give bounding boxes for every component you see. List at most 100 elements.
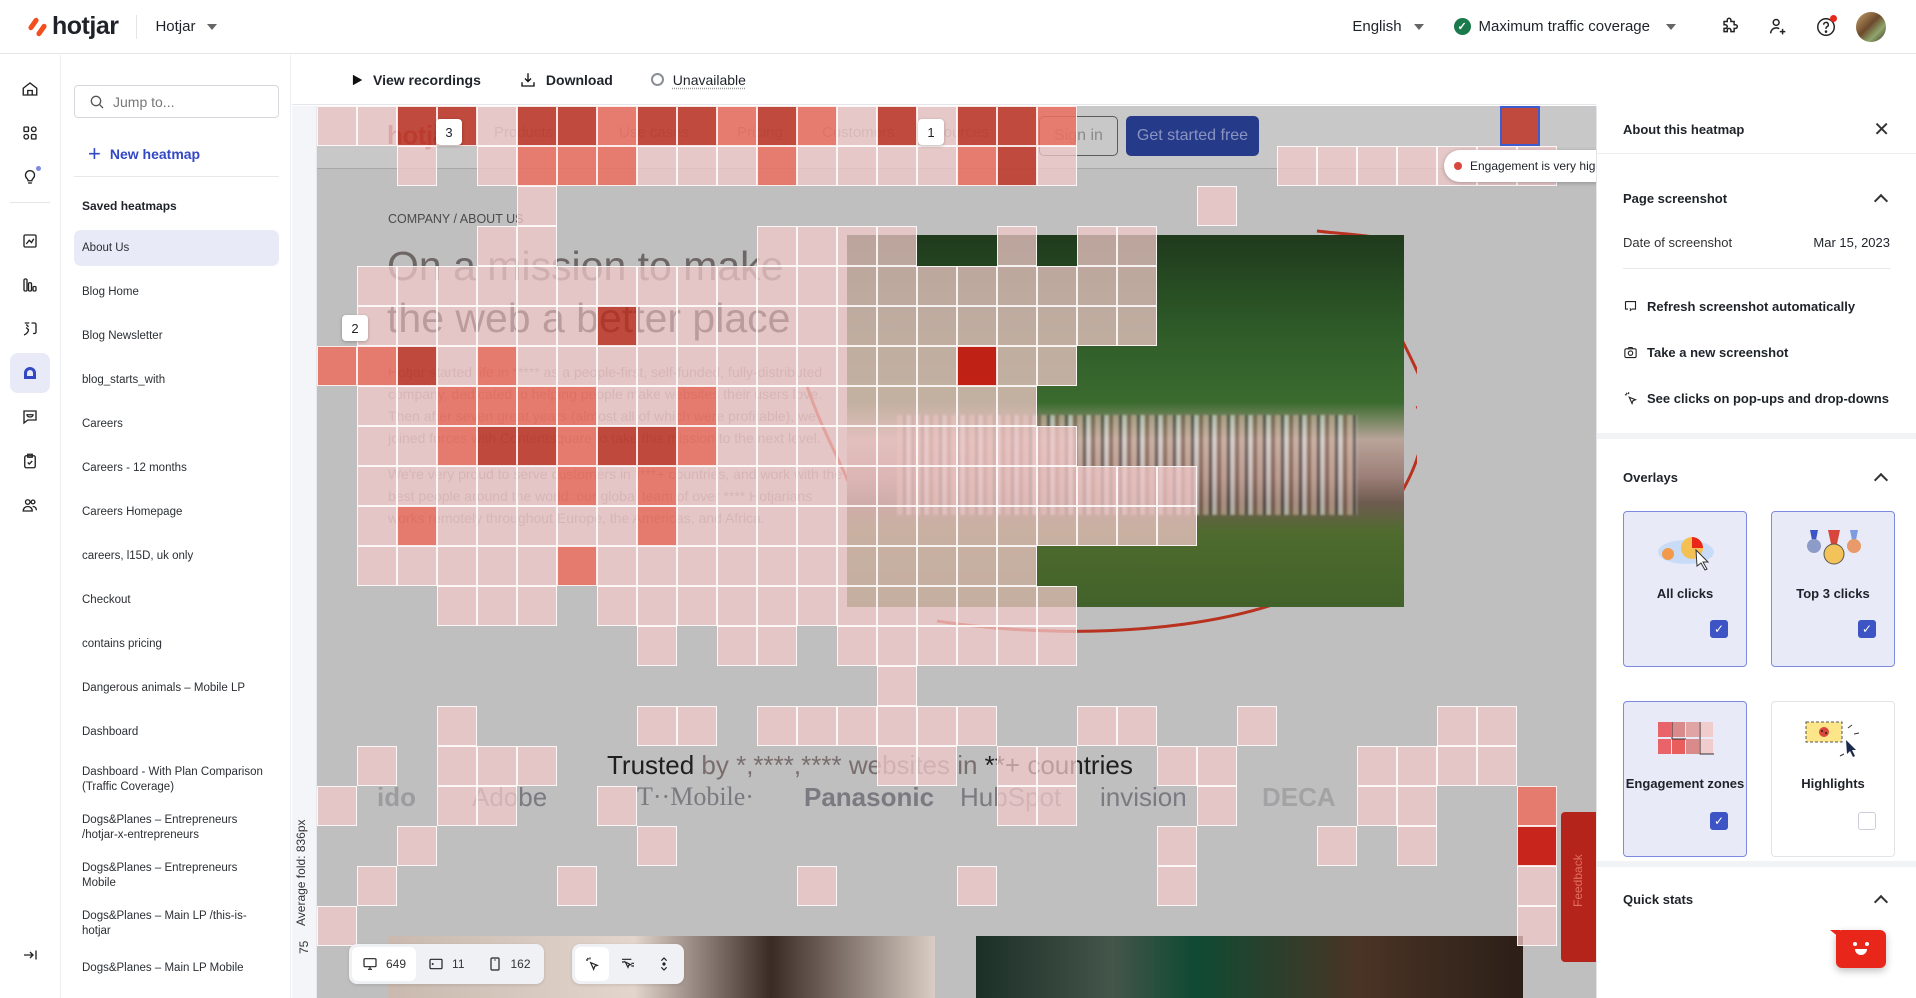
saved-heatmap-item[interactable]: Checkout [74, 582, 279, 618]
collapse-sidebar-button[interactable] [10, 935, 50, 975]
scroll-heatmap-button[interactable] [647, 947, 681, 981]
divider [136, 14, 138, 39]
saved-heatmap-item[interactable]: About Us [74, 230, 279, 266]
rail-feedback[interactable] [10, 397, 50, 437]
unavailable-status[interactable]: Unavailable [650, 71, 746, 88]
help-button[interactable] [1802, 12, 1850, 42]
download-button[interactable]: Download [519, 71, 613, 89]
top-click-rank-3[interactable]: 3 [436, 119, 462, 145]
saved-heatmap-label: careers, l15D, uk only [82, 549, 194, 562]
engagement-zone-cell [837, 706, 877, 746]
rail-home[interactable] [10, 69, 50, 109]
saved-heatmap-label: blog_starts_with [82, 373, 166, 386]
saved-heatmap-item[interactable]: Dogs&Planes – Main LP Mobile [74, 950, 279, 986]
saved-heatmap-item[interactable]: Dogs&Planes – Main LP /this-is-hotjar [74, 902, 279, 946]
page-screenshot: hotjar Products Use cases Pricing Custom… [317, 106, 1596, 998]
engagement-zone-cell [797, 866, 837, 906]
traffic-coverage-select[interactable]: ✓ Maximum traffic coverage [1453, 18, 1676, 35]
overlay-options: All clicks ✓ Top 3 clicks ✓ Engagement z… [1597, 501, 1916, 861]
rail-surveys[interactable] [10, 441, 50, 481]
saved-heatmap-item[interactable]: Dogs&Planes – Entrepreneurs /hotjar-x-en… [74, 806, 279, 850]
chat-support-button[interactable] [1830, 930, 1886, 968]
rail-heatmaps[interactable] [10, 353, 50, 393]
top-click-rank-1[interactable]: 1 [918, 119, 944, 145]
search-input[interactable] [113, 93, 263, 110]
see-clicks-on-popups[interactable]: See clicks on pop-ups and drop-downs [1597, 375, 1916, 421]
engagement-zone-cell [677, 586, 717, 626]
selected-zone[interactable] [1500, 106, 1540, 146]
invite-user-button[interactable] [1754, 12, 1802, 42]
engagement-zone-cell [357, 746, 397, 786]
overlays-section-toggle[interactable]: Overlays [1597, 453, 1916, 501]
saved-heatmap-item[interactable]: Careers - 12 months [74, 450, 279, 486]
rail-recordings[interactable] [10, 309, 50, 349]
engagement-zone-cell [797, 706, 837, 746]
saved-heatmap-item[interactable]: contains pricing [74, 626, 279, 662]
fold-ruler: Average fold: 836px 75 [292, 106, 317, 998]
new-heatmap-button[interactable]: + New heatmap [88, 143, 200, 165]
traffic-coverage-label: Maximum traffic coverage [1478, 18, 1650, 35]
mobile-button[interactable]: 162 [477, 947, 541, 981]
saved-heatmap-item[interactable]: Blog Newsletter [74, 318, 279, 354]
all-clicks-checkbox[interactable]: ✓ [1710, 620, 1728, 638]
organization-select[interactable]: Hotjar [155, 18, 218, 35]
top-click-rank-2[interactable]: 2 [342, 315, 368, 341]
site-hero-body: Hotjar started life in ***** as a people… [388, 361, 848, 543]
saved-heatmap-item[interactable]: Dangerous animals – Mobile LP [74, 670, 279, 706]
highlights-checkbox[interactable] [1858, 812, 1876, 830]
engagement-zone-cell [437, 706, 477, 746]
saved-heatmap-label: Careers [82, 417, 123, 430]
close-icon[interactable]: ✕ [1873, 120, 1890, 140]
integrations-button[interactable] [1706, 12, 1754, 42]
saved-heatmap-item[interactable]: Blog Home [74, 274, 279, 310]
saved-heatmap-item[interactable]: Careers Homepage [74, 494, 279, 530]
unavailable-label: Unavailable [672, 71, 746, 88]
engagement-zones-checkbox[interactable]: ✓ [1710, 812, 1728, 830]
saved-heatmap-item[interactable]: careers, l15D, uk only [74, 538, 279, 574]
saved-heatmap-item[interactable]: Dogs&Planes – Entrepreneurs Mobile [74, 854, 279, 898]
saved-heatmap-item[interactable]: Dashboard [74, 714, 279, 750]
click-icon [1624, 391, 1638, 405]
move-heatmap-button[interactable] [611, 947, 645, 981]
view-recordings-button[interactable]: View recordings [350, 72, 481, 88]
rail-dashboards[interactable] [10, 113, 50, 153]
engagement-zone-cell [677, 546, 717, 586]
rail-divider [10, 202, 50, 203]
saved-heatmap-item[interactable]: Dashboard - With Plan Comparison (Traffi… [74, 758, 279, 802]
jump-to-search[interactable] [74, 85, 279, 118]
rail-ideas[interactable] [10, 157, 50, 197]
action-label: Refresh screenshot automatically [1647, 298, 1856, 314]
language-select[interactable]: English [1352, 18, 1424, 35]
add-user-icon [1769, 18, 1786, 34]
user-avatar[interactable] [1856, 11, 1886, 42]
overlay-engagement-zones[interactable]: Engagement zones ✓ [1623, 701, 1747, 857]
caret-down-icon [1413, 23, 1424, 30]
overlay-highlights[interactable]: Highlights [1771, 701, 1895, 857]
desktop-button[interactable]: 649 [352, 947, 417, 981]
download-icon [521, 72, 535, 87]
engagement-zone-cell [1157, 866, 1197, 906]
click-heatmap-button[interactable] [575, 947, 609, 981]
hotjar-logo[interactable]: hotjar [28, 12, 119, 41]
customer-logo: Adobe [472, 782, 548, 812]
top-3-clicks-checkbox[interactable]: ✓ [1858, 620, 1876, 638]
engagement-zone-cell [717, 586, 757, 626]
refresh-screen-icon [1624, 300, 1637, 311]
tablet-button[interactable]: 11 [418, 947, 474, 981]
trusted-by-heading: Trusted by *,****,**** websites in **+ c… [607, 750, 1133, 781]
rail-trends[interactable] [10, 221, 50, 261]
overlay-all-clicks[interactable]: All clicks ✓ [1623, 511, 1747, 667]
overlay-top-3-clicks[interactable]: Top 3 clicks ✓ [1771, 511, 1895, 667]
download-label: Download [545, 71, 613, 88]
take-new-screenshot[interactable]: Take a new screenshot [1597, 329, 1916, 375]
refresh-screenshot-automatically[interactable]: Refresh screenshot automatically [1597, 283, 1916, 329]
chevron-up-icon [1873, 894, 1889, 909]
rail-interviews[interactable] [10, 485, 50, 525]
rail-funnels[interactable] [10, 265, 50, 305]
saved-heatmap-item[interactable]: blog_starts_with [74, 362, 279, 398]
saved-heatmap-item[interactable]: Careers [74, 406, 279, 442]
page-screenshot-section-toggle[interactable]: Page screenshot [1597, 174, 1916, 222]
site-nav-item: Products [494, 124, 554, 141]
engagement-zone-cell [437, 586, 477, 626]
quick-stats-section-toggle[interactable]: Quick stats [1597, 875, 1916, 923]
